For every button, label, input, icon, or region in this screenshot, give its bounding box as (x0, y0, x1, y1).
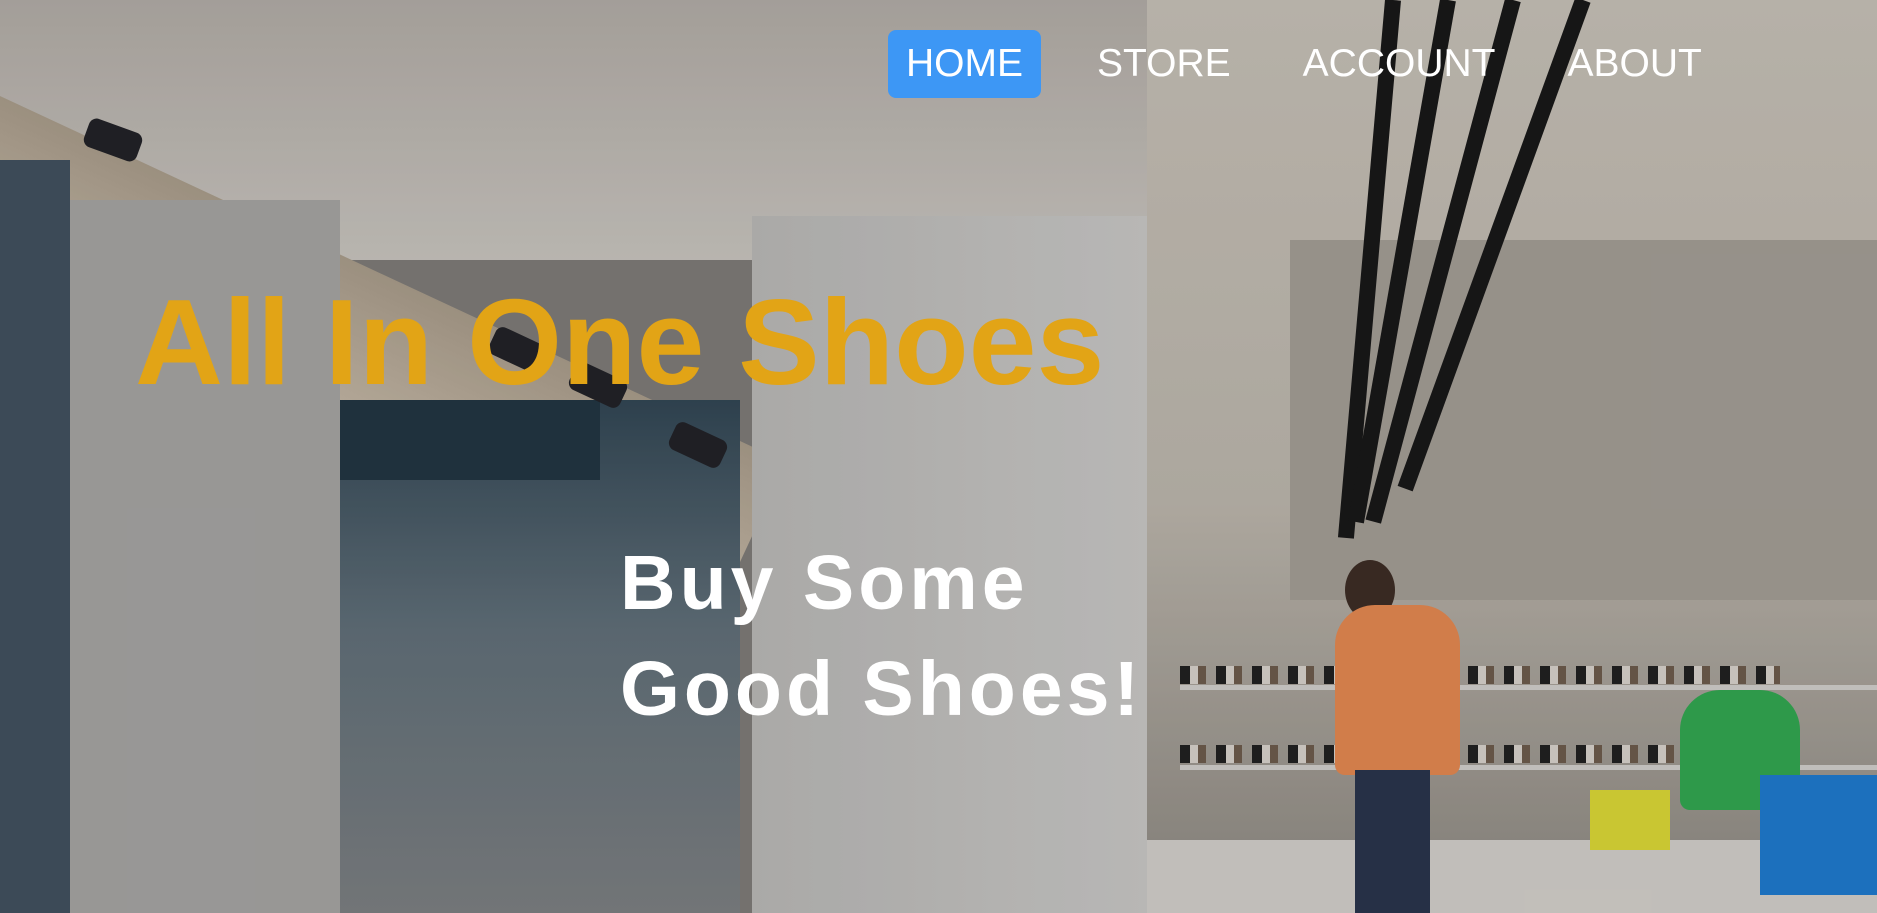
background-store-image (0, 0, 1877, 913)
nav-store-link[interactable]: STORE (1079, 30, 1249, 98)
nav-home-link[interactable]: HOME (888, 30, 1041, 98)
hero-title: All In One Shoes (135, 274, 1105, 410)
hero-subtitle: Buy Some Good Shoes! (620, 530, 1143, 742)
hero-subtitle-line-2: Good Shoes! (620, 646, 1144, 732)
nav-account-link[interactable]: ACCOUNT (1285, 30, 1514, 98)
hero-subtitle-line-1: Buy Some (620, 540, 1029, 626)
main-navigation: HOME STORE ACCOUNT ABOUT (888, 30, 1720, 98)
nav-about-link[interactable]: ABOUT (1550, 30, 1720, 98)
